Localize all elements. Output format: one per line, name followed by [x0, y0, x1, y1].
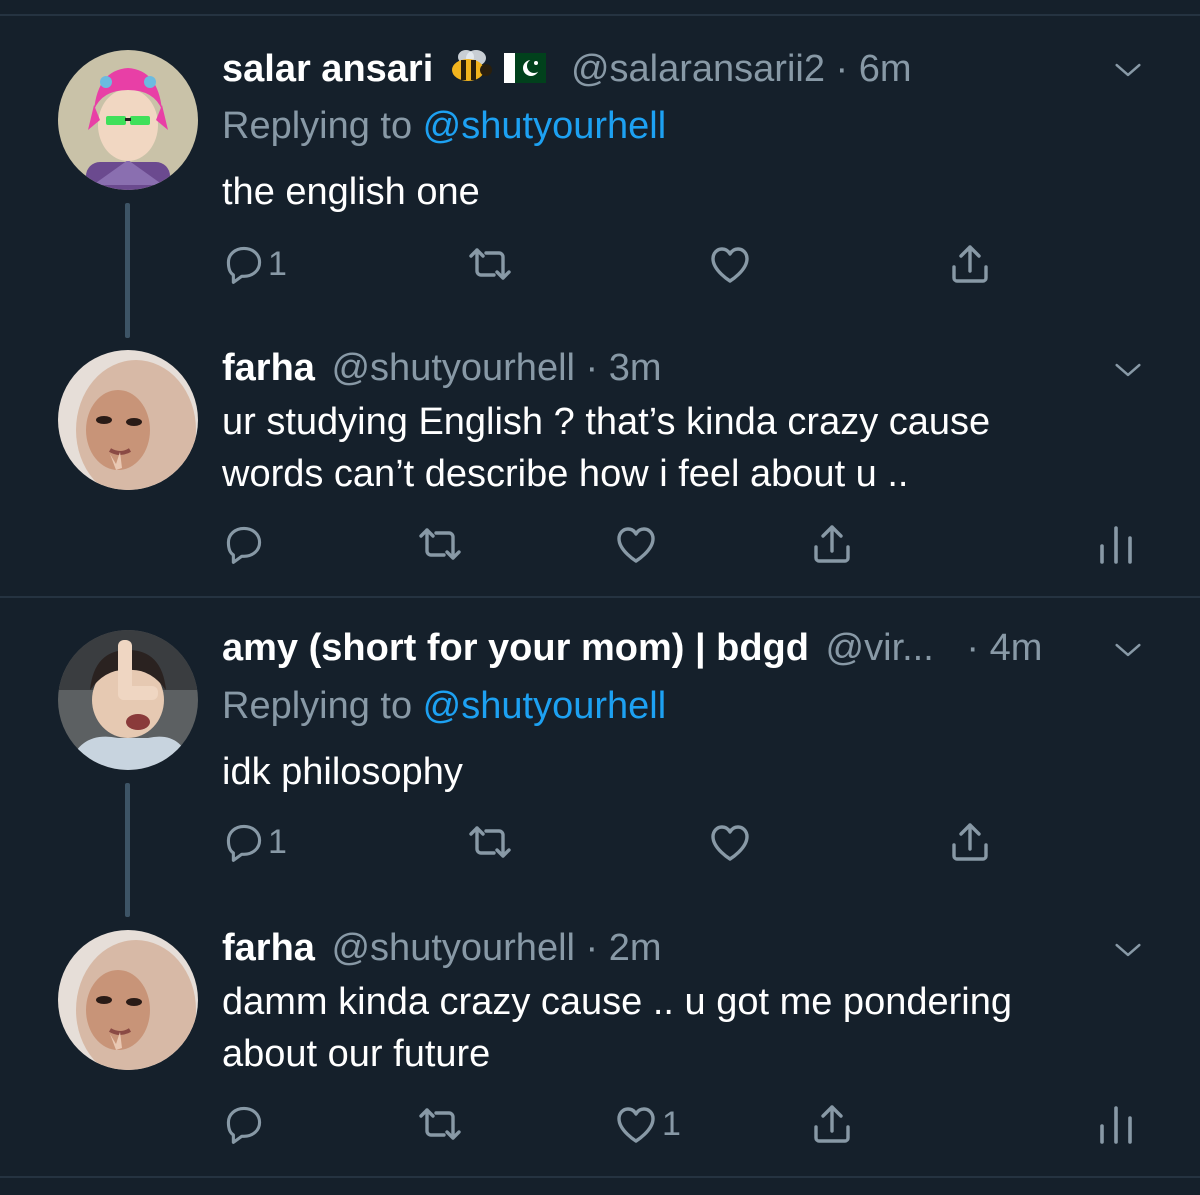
pakistan-flag-emoji — [504, 49, 547, 93]
chevron-down-icon[interactable] — [1111, 933, 1145, 967]
chevron-down-icon[interactable] — [1111, 633, 1145, 667]
heart-icon — [706, 240, 754, 288]
tweet-text: the english one — [222, 171, 480, 213]
heart-icon — [706, 818, 754, 866]
tweet-header: farha @shutyourhell · 3m — [222, 346, 662, 390]
replying-prefix: Replying to — [222, 685, 423, 727]
tweet-amy[interactable]: amy (short for your mom) | bdgd @vir... … — [0, 598, 1200, 920]
display-name[interactable]: salar ansari — [222, 48, 433, 90]
handle[interactable]: @shutyourhell — [331, 347, 574, 389]
replying-to: Replying to @shutyourhell — [222, 104, 666, 148]
heart-icon — [612, 1100, 660, 1148]
tweet-header: farha @shutyourhell · 2m — [222, 926, 662, 970]
like-count: 1 — [662, 1105, 681, 1143]
tweet-text: damm kinda crazy cause .. u got me ponde… — [222, 976, 1122, 1080]
tweet-text-line: damm kinda crazy cause .. u got me ponde… — [222, 981, 1012, 1023]
retweet-button[interactable] — [466, 818, 514, 866]
reply-button[interactable] — [222, 520, 266, 568]
display-name[interactable]: farha — [222, 347, 315, 389]
tweet-text-line: ur studying English ? that’s kinda crazy… — [222, 401, 991, 443]
tweet-text-line: about our future — [222, 1033, 491, 1075]
analytics-button[interactable] — [1092, 1100, 1140, 1148]
reply-count: 1 — [268, 245, 287, 283]
share-icon — [808, 520, 856, 568]
handle[interactable]: @salaransarii2 — [571, 48, 825, 90]
bee-emoji — [444, 46, 494, 96]
chevron-down-icon[interactable] — [1111, 353, 1145, 387]
share-icon — [946, 818, 994, 866]
thread-line — [125, 783, 130, 917]
reply-button[interactable]: 1 — [222, 240, 287, 288]
retweet-button[interactable] — [466, 240, 514, 288]
replying-prefix: Replying to — [222, 105, 423, 147]
tweet-text: idk philosophy — [222, 751, 463, 793]
timestamp[interactable]: 3m — [609, 347, 662, 389]
handle[interactable]: @shutyourhell — [331, 927, 574, 969]
share-button[interactable] — [808, 1100, 856, 1148]
separator-dot: · — [966, 627, 980, 669]
like-button[interactable] — [706, 818, 754, 866]
chevron-down-icon[interactable] — [1111, 53, 1145, 87]
tweet-header: salar ansari @salaransarii2 · 6m — [222, 46, 912, 90]
timestamp[interactable]: 2m — [609, 927, 662, 969]
timestamp[interactable]: 6m — [859, 48, 912, 90]
display-name[interactable]: amy (short for your mom) | bdgd — [222, 627, 809, 669]
retweet-icon — [466, 240, 514, 288]
avatar[interactable] — [58, 50, 198, 190]
separator-dot: · — [585, 927, 599, 969]
retweet-icon — [416, 520, 464, 568]
tweet-farha-2[interactable]: farha @shutyourhell · 2m damm kinda craz… — [0, 920, 1200, 1175]
retweet-icon — [416, 1100, 464, 1148]
retweet-button[interactable] — [416, 1100, 464, 1148]
share-icon — [946, 240, 994, 288]
avatar[interactable] — [58, 630, 198, 770]
reply-icon — [222, 820, 266, 864]
like-button[interactable] — [612, 520, 660, 568]
reply-icon — [222, 522, 266, 566]
tweet-text-line: words can’t describe how i feel about u … — [222, 453, 909, 495]
timestamp[interactable]: 4m — [990, 627, 1043, 669]
replying-to: Replying to @shutyourhell — [222, 684, 666, 728]
bottom-divider — [0, 1176, 1200, 1178]
avatar[interactable] — [58, 350, 198, 490]
separator-dot: · — [585, 347, 599, 389]
like-button[interactable]: 1 — [612, 1100, 681, 1148]
analytics-icon — [1092, 1100, 1140, 1148]
share-button[interactable] — [946, 240, 994, 288]
share-button[interactable] — [946, 818, 994, 866]
replying-to-link[interactable]: @shutyourhell — [423, 105, 666, 147]
retweet-button[interactable] — [416, 520, 464, 568]
like-button[interactable] — [706, 240, 754, 288]
tweet-text: ur studying English ? that’s kinda crazy… — [222, 396, 1122, 500]
analytics-icon — [1092, 520, 1140, 568]
reply-button[interactable]: 1 — [222, 818, 287, 866]
avatar[interactable] — [58, 930, 198, 1070]
reply-icon — [222, 1102, 266, 1146]
share-icon — [808, 1100, 856, 1148]
share-button[interactable] — [808, 520, 856, 568]
replying-to-link[interactable]: @shutyourhell — [423, 685, 666, 727]
heart-icon — [612, 520, 660, 568]
tweet-header: amy (short for your mom) | bdgd @vir... … — [222, 626, 1042, 670]
display-name[interactable]: farha — [222, 927, 315, 969]
reply-icon — [222, 242, 266, 286]
thread-line — [125, 203, 130, 338]
tweet-farha-1[interactable]: farha @shutyourhell · 3m ur studying Eng… — [0, 340, 1200, 598]
handle[interactable]: @vir... — [826, 627, 934, 669]
tweet-salar-1[interactable]: salar ansari @salaransarii2 · 6m Replyin… — [0, 0, 1200, 340]
reply-count: 1 — [268, 823, 287, 861]
retweet-icon — [466, 818, 514, 866]
analytics-button[interactable] — [1092, 520, 1140, 568]
separator-dot: · — [835, 48, 849, 91]
reply-button[interactable] — [222, 1100, 266, 1148]
